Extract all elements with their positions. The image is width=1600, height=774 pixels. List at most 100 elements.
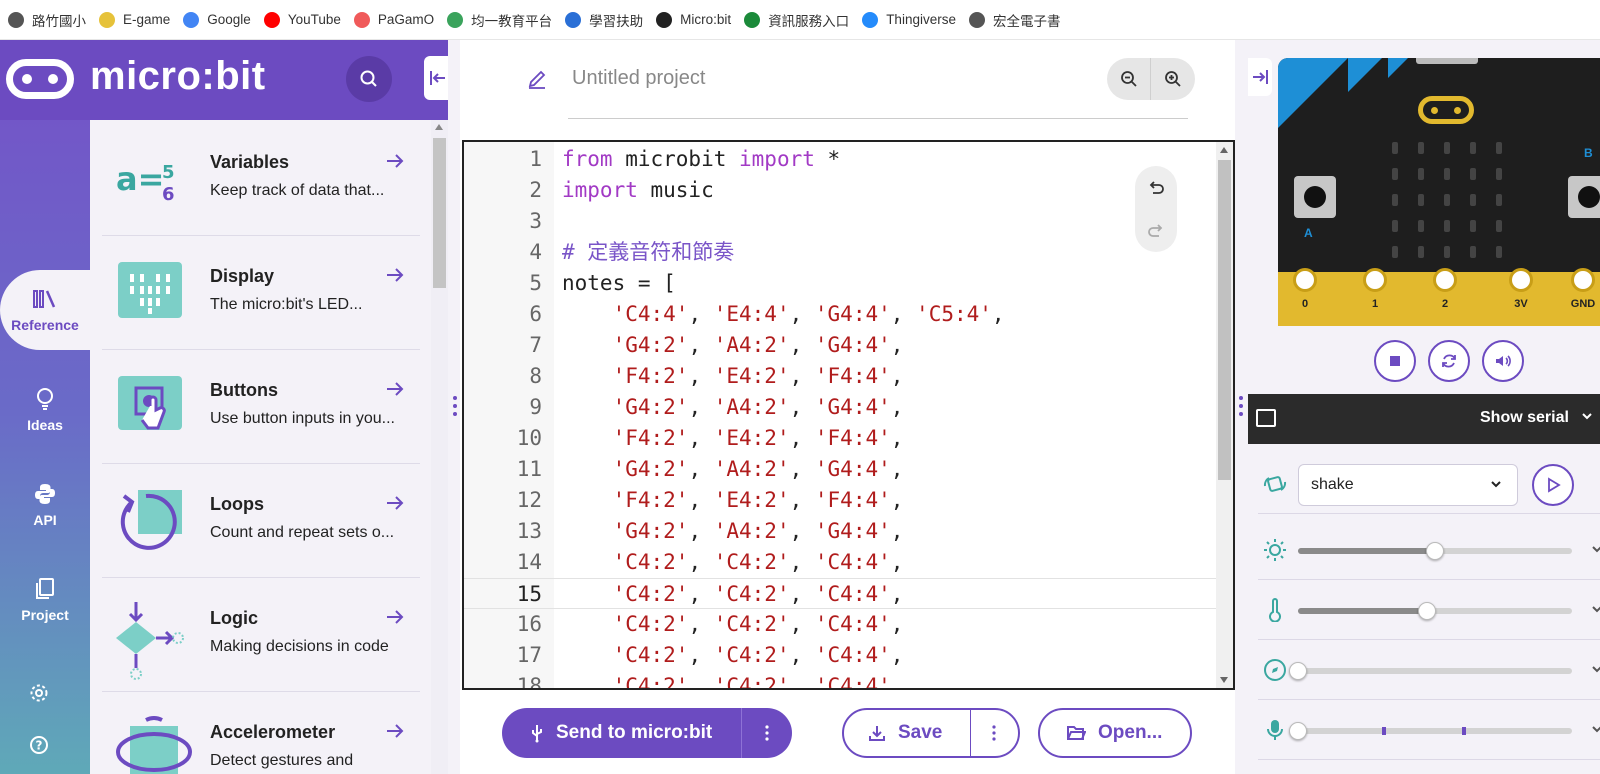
reference-item-buttons[interactable]: Buttons Use button inputs in you... [102, 348, 420, 464]
stop-button[interactable] [1374, 340, 1416, 382]
nav-api[interactable]: API [0, 465, 90, 545]
bookmark-item[interactable]: 學習扶助 [561, 6, 652, 34]
code-token: 'C4:4' [814, 582, 891, 606]
microbit-face-logo[interactable] [1418, 96, 1474, 124]
code-line[interactable]: 9 'G4:2', 'A4:2', 'G4:4', [464, 392, 1216, 423]
collapse-sidebar-button[interactable] [424, 56, 448, 100]
reference-scrollbar[interactable] [431, 120, 448, 774]
code-line[interactable]: 4 # 定義音符和節奏 [464, 237, 1216, 268]
code-token: 'E4:2' [713, 364, 790, 388]
button-b[interactable] [1568, 176, 1600, 218]
bookmark-item[interactable]: 路竹國小 [4, 6, 95, 34]
code-scrollbar[interactable] [1216, 142, 1233, 688]
code-line[interactable]: 16 'C4:2', 'C4:2', 'C4:4', [464, 609, 1216, 640]
code-token: 'E4:2' [713, 426, 790, 450]
button-a[interactable] [1294, 176, 1336, 218]
reference-item-logic[interactable]: Logic Making decisions in code [102, 576, 420, 692]
bookmark-item[interactable]: YouTube [260, 6, 350, 34]
pin-gnd[interactable]: GND [1568, 268, 1598, 312]
chevron-down-icon[interactable] [1590, 542, 1600, 561]
send-more-button[interactable] [742, 708, 792, 758]
arrow-right-icon[interactable] [384, 264, 406, 286]
mute-button[interactable] [1482, 340, 1524, 382]
open-button[interactable]: Open... [1038, 708, 1192, 758]
undo-button[interactable] [1135, 166, 1177, 209]
slider-knob[interactable] [1289, 722, 1307, 740]
arrow-right-icon[interactable] [384, 492, 406, 514]
zoom-in-button[interactable] [1151, 58, 1195, 100]
simulator-resize-handle[interactable] [1235, 40, 1248, 774]
settings-button[interactable] [26, 680, 52, 706]
code-line[interactable]: 14 'C4:2', 'C4:2', 'C4:4', [464, 547, 1216, 578]
reference-item-accelerometer[interactable]: Accelerometer Detect gestures and [102, 690, 420, 774]
code-line[interactable]: 12 'F4:2', 'E4:2', 'F4:4', [464, 485, 1216, 516]
bookmark-item[interactable]: E-game [95, 6, 179, 34]
arrow-right-icon[interactable] [384, 606, 406, 628]
bookmark-item[interactable]: 均一教育平台 [443, 6, 561, 34]
bookmark-item[interactable]: Thingiverse [858, 6, 965, 34]
bookmark-item[interactable]: 宏全電子書 [965, 6, 1070, 34]
pencil-icon[interactable] [526, 68, 548, 90]
bookmark-item[interactable]: 資訊服務入口 [740, 6, 858, 34]
pin-1[interactable]: 1 [1360, 268, 1390, 312]
code-line[interactable]: 6 'C4:4', 'E4:4', 'G4:4', 'C5:4', [464, 299, 1216, 330]
redo-button[interactable] [1135, 209, 1177, 252]
sensor-slider[interactable] [1289, 722, 1572, 740]
bookmark-item[interactable]: Google [179, 6, 260, 34]
pin-2[interactable]: 2 [1430, 268, 1460, 312]
nav-reference[interactable]: Reference [0, 270, 90, 350]
led [1418, 246, 1424, 258]
reference-item-loops[interactable]: Loops Count and repeat sets o... [102, 462, 420, 578]
code-line[interactable]: 7 'G4:2', 'A4:2', 'G4:4', [464, 330, 1216, 361]
bookmark-item[interactable]: Micro:bit [652, 6, 740, 34]
code-line[interactable]: 8 'F4:2', 'E4:2', 'F4:4', [464, 361, 1216, 392]
slider-knob[interactable] [1289, 662, 1307, 680]
bookmark-item[interactable]: PaGamO [350, 6, 443, 34]
code-line[interactable]: 1 from microbit import * [464, 144, 1216, 175]
serial-bar[interactable]: Show serial [1248, 394, 1600, 444]
search-button[interactable] [346, 56, 392, 102]
reference-item-variables[interactable]: a= 5 6 Variables Keep track of data that... [102, 120, 420, 236]
slider-knob[interactable] [1417, 602, 1436, 620]
arrow-right-icon[interactable] [384, 150, 406, 172]
save-more-button[interactable] [971, 710, 1018, 756]
chevron-down-icon[interactable] [1590, 662, 1600, 681]
slider-knob[interactable] [1426, 542, 1444, 560]
arrow-right-icon[interactable] [384, 720, 406, 742]
code-editor[interactable]: 1 from microbit import * 2 import music 3 4 # … [462, 140, 1235, 690]
chevron-down-icon[interactable] [1580, 409, 1594, 423]
code-token: 'C4:4' [814, 674, 891, 690]
code-line[interactable]: 11 'G4:2', 'A4:2', 'G4:4', [464, 454, 1216, 485]
code-line[interactable]: 5 notes = [ [464, 268, 1216, 299]
redo-icon [1148, 223, 1163, 237]
nav-project[interactable]: Project [0, 560, 90, 640]
code-line[interactable]: 3 [464, 206, 1216, 237]
code-line[interactable]: 13 'G4:2', 'A4:2', 'G4:4', [464, 516, 1216, 547]
collapse-simulator-button[interactable] [1248, 58, 1272, 96]
arrow-right-icon[interactable] [384, 378, 406, 400]
code-line[interactable]: 15 'C4:2', 'C4:2', 'C4:4', [464, 578, 1216, 609]
chevron-down-icon[interactable] [1590, 722, 1600, 741]
code-line[interactable]: 18 'C4:2', 'C4:2', 'C4:4', [464, 671, 1216, 690]
sensor-slider[interactable] [1298, 542, 1572, 560]
help-button[interactable]: ? [26, 732, 52, 758]
send-to-microbit-button[interactable]: Send to micro:bit [502, 708, 792, 758]
reset-button[interactable] [1428, 340, 1470, 382]
reference-item-display[interactable]: Display The micro:bit's LED... [102, 234, 420, 350]
nav-ideas[interactable]: Ideas [0, 370, 90, 450]
chevron-down-icon[interactable] [1590, 602, 1600, 621]
sensor-slider[interactable] [1298, 602, 1572, 620]
project-name[interactable]: Untitled project [572, 67, 705, 90]
send-gesture-button[interactable] [1532, 464, 1574, 506]
pin-3v[interactable]: 3V [1506, 268, 1536, 312]
show-serial-button[interactable]: Show serial [1480, 409, 1569, 427]
sensor-slider[interactable] [1289, 662, 1572, 680]
code-line[interactable]: 10 'F4:2', 'E4:2', 'F4:4', [464, 423, 1216, 454]
save-button[interactable]: Save [842, 708, 1020, 758]
pin-0[interactable]: 0 [1290, 268, 1320, 312]
gesture-select[interactable]: shake [1298, 464, 1518, 506]
zoom-out-button[interactable] [1107, 58, 1151, 100]
code-line[interactable]: 2 import music [464, 175, 1216, 206]
code-line[interactable]: 17 'C4:2', 'C4:2', 'C4:4', [464, 640, 1216, 671]
